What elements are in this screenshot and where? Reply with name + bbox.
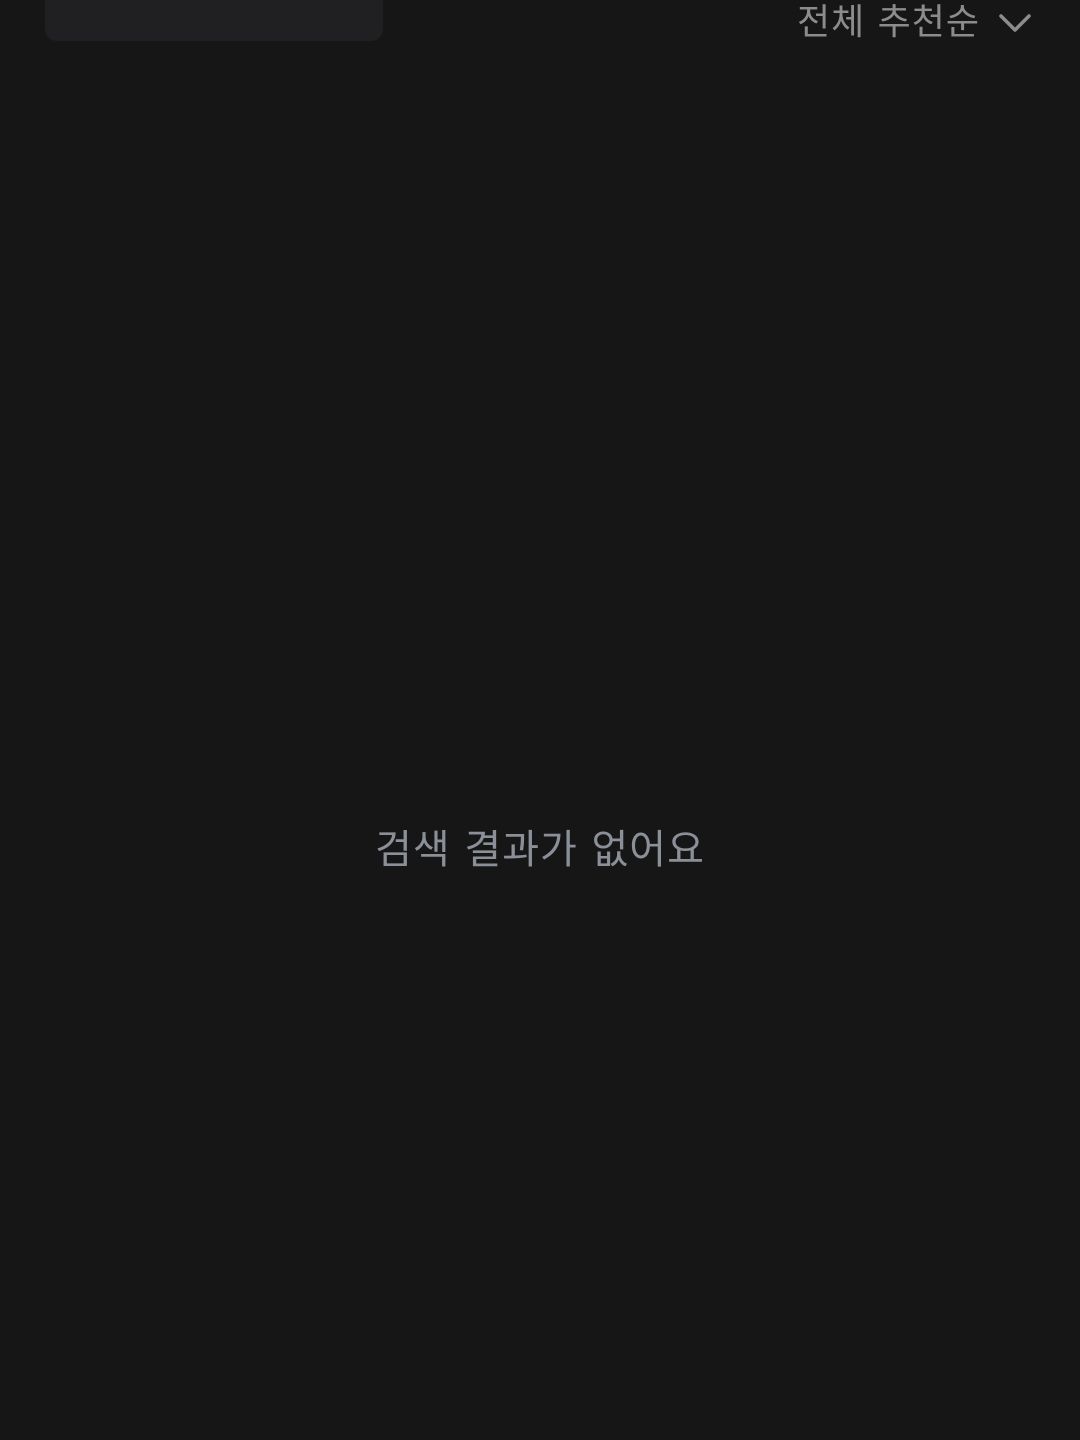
sort-dropdown-label: 전체 추천순 <box>796 2 980 43</box>
chevron-down-icon <box>999 14 1031 32</box>
filter-chip[interactable] <box>45 0 383 41</box>
filter-bar: 전체 추천순 <box>0 0 1080 60</box>
sort-dropdown[interactable]: 전체 추천순 <box>797 0 1032 46</box>
empty-state: 검색 결과가 없어요 <box>0 820 1080 880</box>
search-results-page: 전체 추천순 검색 결과가 없어요 <box>0 0 1080 1440</box>
empty-state-message: 검색 결과가 없어요 <box>375 827 705 873</box>
